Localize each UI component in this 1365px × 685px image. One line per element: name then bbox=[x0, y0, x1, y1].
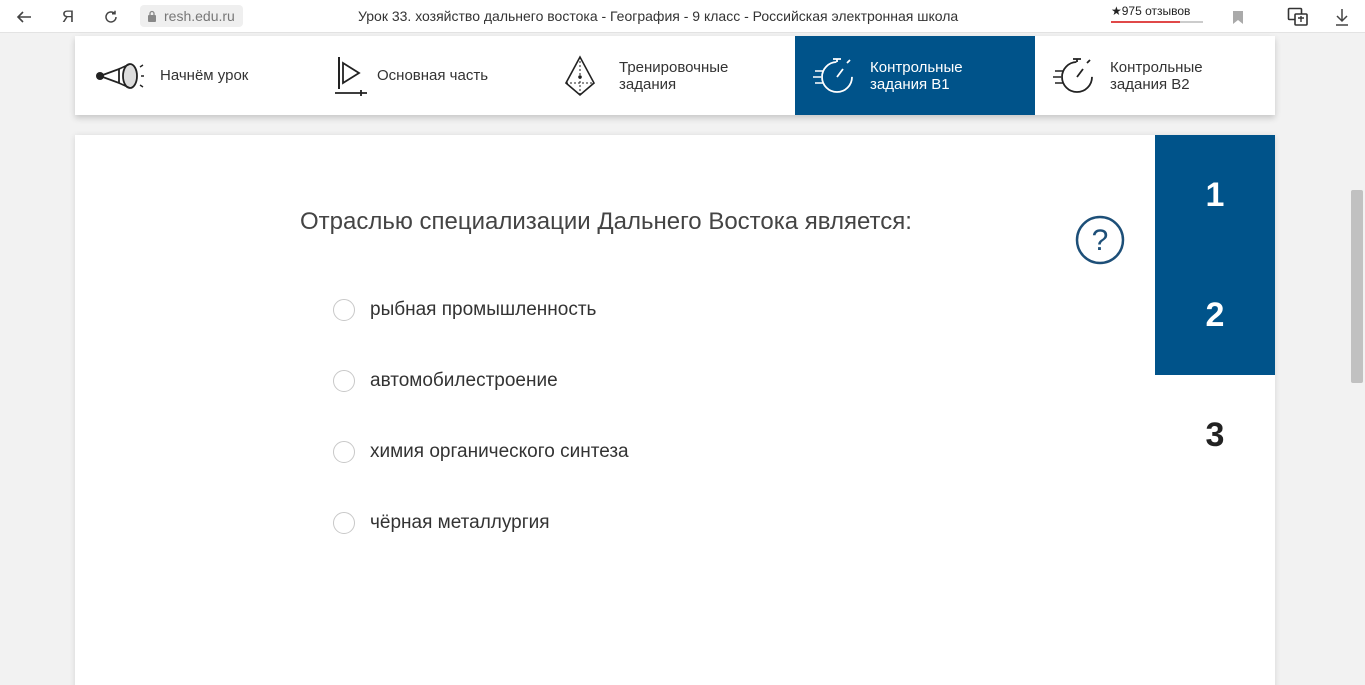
tab-control-tasks-b1-label: Контрольные задания В1 bbox=[870, 59, 963, 93]
browser-toolbar: Я resh.edu.ru Урок 33. хозяйство дальнег… bbox=[0, 0, 1365, 33]
svg-text:?: ? bbox=[1092, 224, 1109, 257]
page-translate-icon[interactable] bbox=[1287, 6, 1309, 28]
answer-option-label: чёрная металлургия bbox=[370, 512, 550, 533]
address-bar[interactable]: resh.edu.ru bbox=[140, 5, 243, 27]
stopwatch-icon bbox=[813, 58, 853, 93]
tab-training-tasks-label: Тренировочные задания bbox=[619, 59, 729, 93]
page-title: Урок 33. хозяйство дальнего востока - Ге… bbox=[358, 8, 959, 24]
answer-option[interactable]: чёрная металлургия bbox=[333, 508, 550, 538]
tab-control-tasks-b2[interactable]: Контрольные задания В2 bbox=[1035, 36, 1275, 115]
question-number-2[interactable]: 2 bbox=[1155, 255, 1275, 375]
radio-button[interactable] bbox=[333, 370, 355, 392]
back-arrow-icon[interactable] bbox=[13, 6, 35, 28]
pyramid-icon bbox=[565, 55, 596, 97]
lesson-nav: Начнём урок Основная часть Тренировочные… bbox=[75, 36, 1275, 115]
quiz-card: Отраслью специализации Дальнего Востока … bbox=[75, 135, 1275, 685]
tab-main-part-label: Основная часть bbox=[377, 67, 489, 84]
download-icon[interactable] bbox=[1331, 6, 1353, 28]
yandex-logo[interactable]: Я bbox=[57, 6, 79, 28]
answer-option-label: рыбная промышленность bbox=[370, 299, 597, 320]
reload-icon[interactable] bbox=[100, 6, 122, 28]
question-text: Отраслью специализации Дальнего Востока … bbox=[300, 208, 912, 235]
tab-start-lesson-label: Начнём урок bbox=[160, 67, 249, 84]
bookmark-icon[interactable] bbox=[1227, 6, 1249, 28]
rating-bar bbox=[1111, 21, 1203, 23]
answer-option-label: химия органического синтеза bbox=[370, 441, 629, 462]
tab-control-tasks-b1[interactable]: Контрольные задания В1 bbox=[795, 36, 1035, 115]
reviews-badge[interactable]: ★975 отзывов bbox=[1111, 4, 1203, 23]
radio-button[interactable] bbox=[333, 512, 355, 534]
page-scrollbar[interactable] bbox=[1349, 33, 1365, 685]
question-number-3[interactable]: 3 bbox=[1155, 375, 1275, 495]
answer-option[interactable]: химия органического синтеза bbox=[333, 437, 629, 467]
play-icon bbox=[335, 57, 367, 96]
megaphone-icon bbox=[96, 63, 144, 89]
answer-option[interactable]: автомобилестроение bbox=[333, 366, 558, 396]
radio-button[interactable] bbox=[333, 441, 355, 463]
answer-option[interactable]: рыбная промышленность bbox=[333, 295, 596, 325]
answer-option-label: автомобилестроение bbox=[370, 370, 558, 391]
tab-training-tasks[interactable]: Тренировочные задания bbox=[555, 36, 795, 115]
question-number-1[interactable]: 1 bbox=[1155, 135, 1275, 255]
radio-button[interactable] bbox=[333, 299, 355, 321]
url-text: resh.edu.ru bbox=[164, 8, 235, 24]
question-circle-icon[interactable]: ? bbox=[1075, 215, 1125, 265]
tab-control-tasks-b2-label: Контрольные задания В2 bbox=[1110, 59, 1203, 93]
yandex-logo-text: Я bbox=[61, 7, 75, 26]
tab-start-lesson[interactable]: Начнём урок bbox=[75, 36, 315, 115]
scrollbar-thumb[interactable] bbox=[1351, 190, 1363, 383]
stopwatch-icon bbox=[1053, 58, 1093, 93]
reviews-text: ★975 отзывов bbox=[1111, 4, 1191, 18]
lock-icon bbox=[148, 10, 156, 22]
tab-main-part[interactable]: Основная часть bbox=[315, 36, 555, 115]
